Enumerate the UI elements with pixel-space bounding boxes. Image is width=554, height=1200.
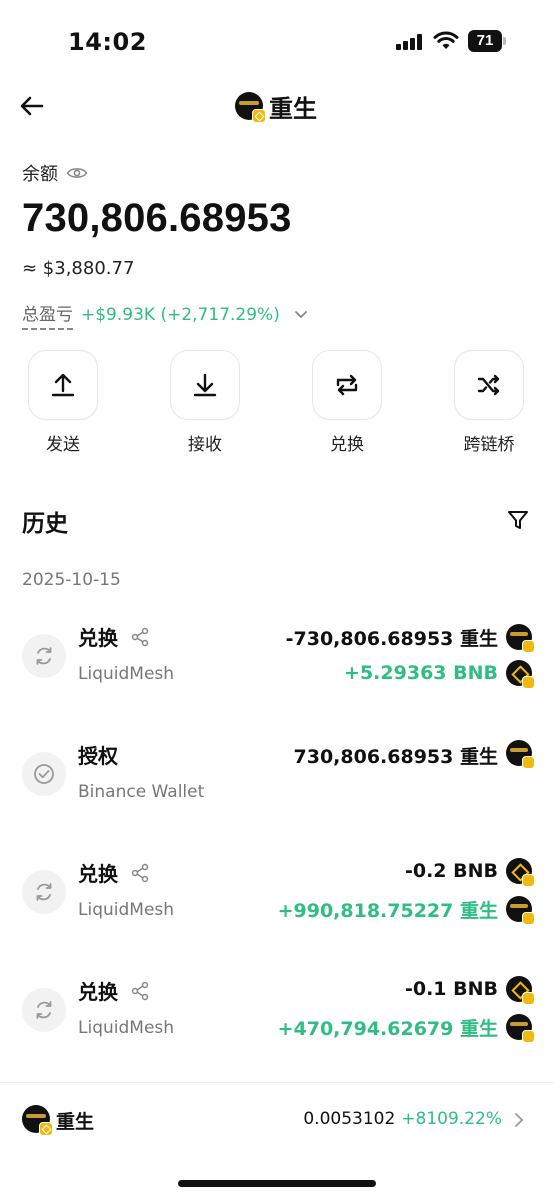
reborn-token-logo-icon [22,1105,53,1136]
swap-tx-icon [22,634,66,678]
receive-icon [193,373,217,397]
action-buttons: 发送 接收 兑换 跨链桥 [0,350,554,460]
page-title-group: 重生 [235,90,317,123]
tx-counterparty: LiquidMesh [78,900,175,920]
approve-tx-icon [22,752,66,796]
price-change: +8109.22% [401,1109,502,1129]
tx-counterparty: Binance Wallet [78,782,205,802]
token-price-bar[interactable]: 重生 0.0053102 +8109.22% [0,1082,554,1162]
balance-amount: 730,806.68953 [22,196,292,240]
receive-label: 接收 [188,435,222,455]
tx-amount-out: -730,806.68953 重生 [285,628,498,650]
bottom-price-group: 0.0053102 +8109.22% [303,1109,502,1129]
swap-tx-icon [22,988,66,1032]
share-icon[interactable] [130,863,150,883]
bridge-button[interactable]: 跨链桥 [453,350,525,455]
reborn-coin-icon [506,740,535,769]
bnb-coin-icon [506,858,535,887]
bnb-coin-icon [506,660,535,689]
tx-type-label: 兑换 [78,862,118,886]
header: 重生 [0,78,554,134]
token-price: 0.0053102 [303,1109,396,1129]
bottom-token-name: 重生 [56,1111,95,1133]
battery-level: 71 [468,30,502,52]
balance-label: 余额 [22,164,58,185]
tx-type-label: 兑换 [78,626,118,650]
swap-icon [336,374,358,396]
status-time: 14:02 [68,28,147,56]
transaction-row[interactable]: 兑换 LiquidMesh -0.2 BNB +990,818.75227 重生 [0,858,554,958]
share-icon[interactable] [130,981,150,1001]
chevron-right-icon[interactable] [514,1112,524,1128]
bnb-coin-icon [506,976,535,1005]
send-icon [51,373,75,397]
tx-amount-out: -0.2 BNB [404,860,498,882]
tx-type-label: 授权 [78,744,118,768]
tx-type: 兑换 [78,858,150,887]
pnl-label: 总盈亏 [22,300,73,330]
receive-button[interactable]: 接收 [169,350,241,455]
history-title: 历史 [22,511,68,537]
tx-type: 授权 [78,740,118,769]
tx-type-label: 兑换 [78,980,118,1004]
transaction-row[interactable]: 兑换 LiquidMesh -730,806.68953 重生 +5.29363… [0,622,554,722]
tx-type: 兑换 [78,622,150,651]
send-label: 发送 [46,435,80,455]
home-indicator [178,1180,376,1187]
transaction-row[interactable]: 兑换 LiquidMesh -0.1 BNB +470,794.62679 重生 [0,976,554,1076]
tx-type: 兑换 [78,976,150,1005]
balance-label-row: 余额 [22,160,88,186]
swap-tx-icon [22,870,66,914]
swap-label: 兑换 [330,435,364,455]
pnl-value: +$9.93K (+2,717.29%) [81,305,280,325]
battery-icon: 71 [468,30,506,52]
tx-amount-in: +470,794.62679 重生 [277,1018,498,1040]
bridge-label: 跨链桥 [463,435,515,455]
balance-usd-value: ≈ $3,880.77 [22,258,135,279]
reborn-coin-icon [506,1014,535,1043]
back-arrow-icon[interactable] [18,92,46,120]
send-button[interactable]: 发送 [27,350,99,455]
eye-icon[interactable] [66,166,88,180]
tx-amount-in: +5.29363 BNB [344,662,498,684]
tx-amount-out: -0.1 BNB [404,978,498,1000]
cellular-signal-icon [396,34,426,50]
status-bar: 14:02 71 [0,0,554,80]
tx-counterparty: LiquidMesh [78,664,175,684]
filter-icon[interactable] [506,508,530,532]
total-pnl-row[interactable]: 总盈亏 +$9.93K (+2,717.29%) [22,300,308,330]
history-date: 2025-10-15 [22,570,121,590]
page-title: 重生 [269,94,317,123]
bridge-icon [477,374,500,396]
swap-button[interactable]: 兑换 [311,350,383,455]
chevron-down-icon[interactable] [294,310,308,320]
reborn-token-logo-icon [235,92,266,123]
reborn-coin-icon [506,624,535,653]
reborn-coin-icon [506,896,535,925]
wifi-icon [433,31,459,49]
tx-counterparty: LiquidMesh [78,1018,175,1038]
tx-amount-in: +990,818.75227 重生 [277,900,498,922]
share-icon[interactable] [130,627,150,647]
tx-amount: 730,806.68953 重生 [293,746,498,768]
transaction-row[interactable]: 授权 Binance Wallet 730,806.68953 重生 [0,740,554,840]
